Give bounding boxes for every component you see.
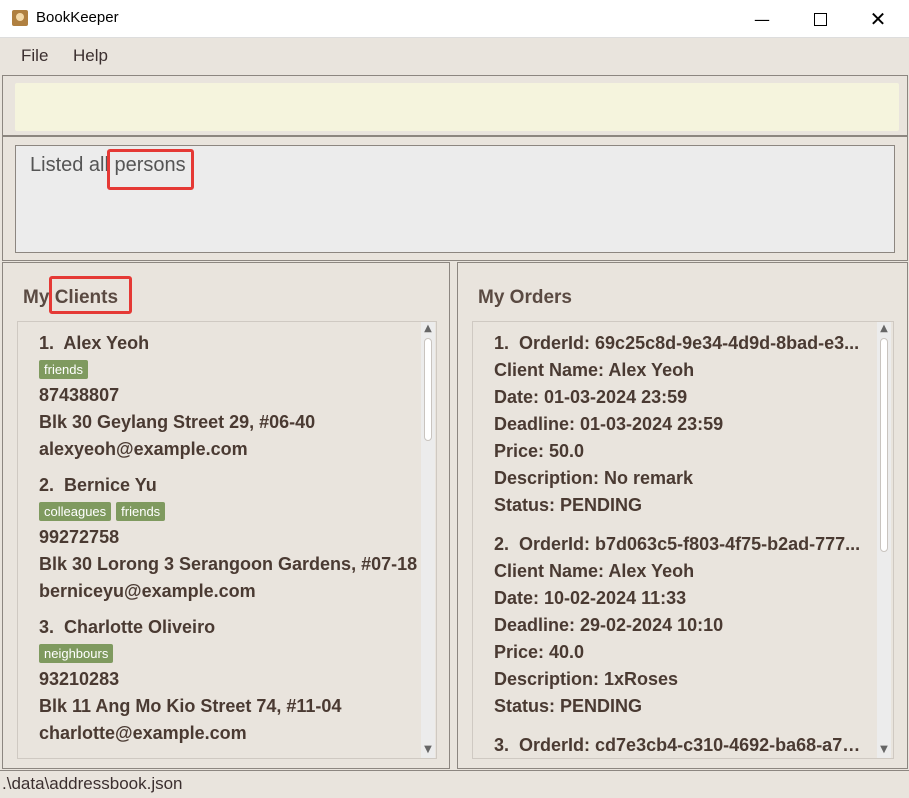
scroll-thumb[interactable] (424, 338, 432, 441)
order-deadline: Deadline: 01-03-2024 23:59 (494, 414, 724, 434)
menu-file[interactable]: File (21, 46, 48, 66)
highlight-box-persons (107, 149, 194, 190)
order-card[interactable]: 1. OrderId: 69c25c8d-9e34-4d9d-8bad-e3..… (494, 330, 862, 519)
client-index: 2. (39, 475, 55, 495)
client-phone: 93210283 (39, 669, 120, 689)
client-phone: 99272758 (39, 527, 120, 547)
minimize-icon: — (754, 9, 770, 29)
order-list[interactable]: 1. OrderId: 69c25c8d-9e34-4d9d-8bad-e3..… (472, 321, 894, 759)
order-card[interactable]: 2. OrderId: b7d063c5-f803-4f75-b2ad-777.… (494, 531, 862, 720)
client-address: Blk 30 Lorong 3 Serangoon Gardens, #07-1… (39, 554, 418, 574)
order-price: Price: 50.0 (494, 441, 585, 461)
order-id: OrderId: 69c25c8d-9e34-4d9d-8bad-e3... (519, 333, 860, 353)
order-description: Description: No remark (494, 468, 694, 488)
order-price: Price: 40.0 (494, 642, 585, 662)
order-scrollbar[interactable]: ▲ ▼ (877, 322, 891, 758)
client-index: 1. (39, 333, 55, 353)
order-description: Description: 1xRoses (494, 669, 679, 689)
client-address: Blk 11 Ang Mo Kio Street 74, #11-04 (39, 696, 342, 716)
client-list[interactable]: 1. Alex Yeoh friends 87438807 Blk 30 Gey… (17, 321, 437, 759)
maximize-icon (813, 12, 827, 26)
order-status: Status: PENDING (494, 696, 643, 716)
status-bar: .\data\addressbook.json (0, 770, 909, 798)
order-deadline: Deadline: 29-02-2024 10:10 (494, 615, 724, 635)
client-tags: friends (39, 356, 315, 382)
scroll-up-icon[interactable]: ▲ (877, 323, 891, 334)
client-tags: colleagues friends (39, 498, 417, 524)
app-icon (12, 10, 28, 26)
client-email: berniceyu@example.com (39, 581, 256, 601)
orders-pane: My Orders 1. OrderId: 69c25c8d-9e34-4d9d… (457, 262, 908, 769)
order-status: Status: PENDING (494, 495, 643, 515)
clients-pane: My Clients 1. Alex Yeoh friends 87438807… (2, 262, 450, 769)
close-button[interactable]: ✕ (849, 0, 907, 38)
client-tags: neighbours (39, 640, 341, 666)
window-title: BookKeeper (36, 9, 119, 26)
client-email: charlotte@example.com (39, 723, 247, 743)
client-card[interactable]: 1. Alex Yeoh friends 87438807 Blk 30 Gey… (39, 330, 315, 463)
order-date: Date: 01-03-2024 23:59 (494, 387, 688, 407)
client-name: Bernice Yu (64, 475, 157, 495)
order-client: Client Name: Alex Yeoh (494, 360, 695, 380)
client-email: alexyeoh@example.com (39, 439, 248, 459)
client-name: Alex Yeoh (63, 333, 150, 353)
scroll-up-icon[interactable]: ▲ (421, 323, 435, 334)
status-path: .\data\addressbook.json (2, 774, 183, 793)
scroll-thumb[interactable] (880, 338, 888, 552)
client-phone: 87438807 (39, 385, 120, 405)
highlight-box-clients (49, 276, 132, 314)
result-display: Listed all persons (15, 145, 895, 253)
tag-label: friends (39, 359, 89, 379)
order-id: OrderId: b7d063c5-f803-4f75-b2ad-777... (519, 534, 861, 554)
result-prefix: Listed all (30, 154, 115, 176)
client-scrollbar[interactable]: ▲ ▼ (421, 322, 435, 758)
order-index: 3. (494, 735, 510, 755)
title-bar: BookKeeper — ✕ (0, 0, 909, 38)
client-address: Blk 30 Geylang Street 29, #06-40 (39, 412, 316, 432)
tag-label: friends (116, 501, 166, 521)
scroll-down-icon[interactable]: ▼ (421, 744, 435, 755)
menu-help[interactable]: Help (73, 46, 108, 66)
order-index: 2. (494, 534, 510, 554)
tag-label: neighbours (39, 643, 114, 663)
order-id: OrderId: cd7e3cb4-c310-4692-ba68-a77... (519, 735, 862, 755)
maximize-button[interactable] (791, 0, 849, 38)
minimize-button[interactable]: — (733, 0, 791, 38)
scroll-down-icon[interactable]: ▼ (877, 744, 891, 755)
order-index: 1. (494, 333, 510, 353)
menu-bar: File Help (0, 38, 909, 75)
command-input[interactable] (15, 83, 899, 131)
order-date: Date: 10-02-2024 11:33 (494, 588, 687, 608)
client-index: 3. (39, 617, 55, 637)
order-client: Client Name: Alex Yeoh (494, 561, 695, 581)
client-card[interactable]: 2. Bernice Yu colleagues friends 99272758… (39, 472, 417, 605)
orders-title: My Orders (478, 287, 572, 308)
client-card[interactable]: 3. Charlotte Oliveiro neighbours 9321028… (39, 614, 341, 747)
order-card[interactable]: 3. OrderId: cd7e3cb4-c310-4692-ba68-a77.… (494, 732, 862, 758)
client-name: Charlotte Oliveiro (64, 617, 216, 637)
close-icon: ✕ (869, 7, 887, 31)
tag-label: colleagues (39, 501, 112, 521)
